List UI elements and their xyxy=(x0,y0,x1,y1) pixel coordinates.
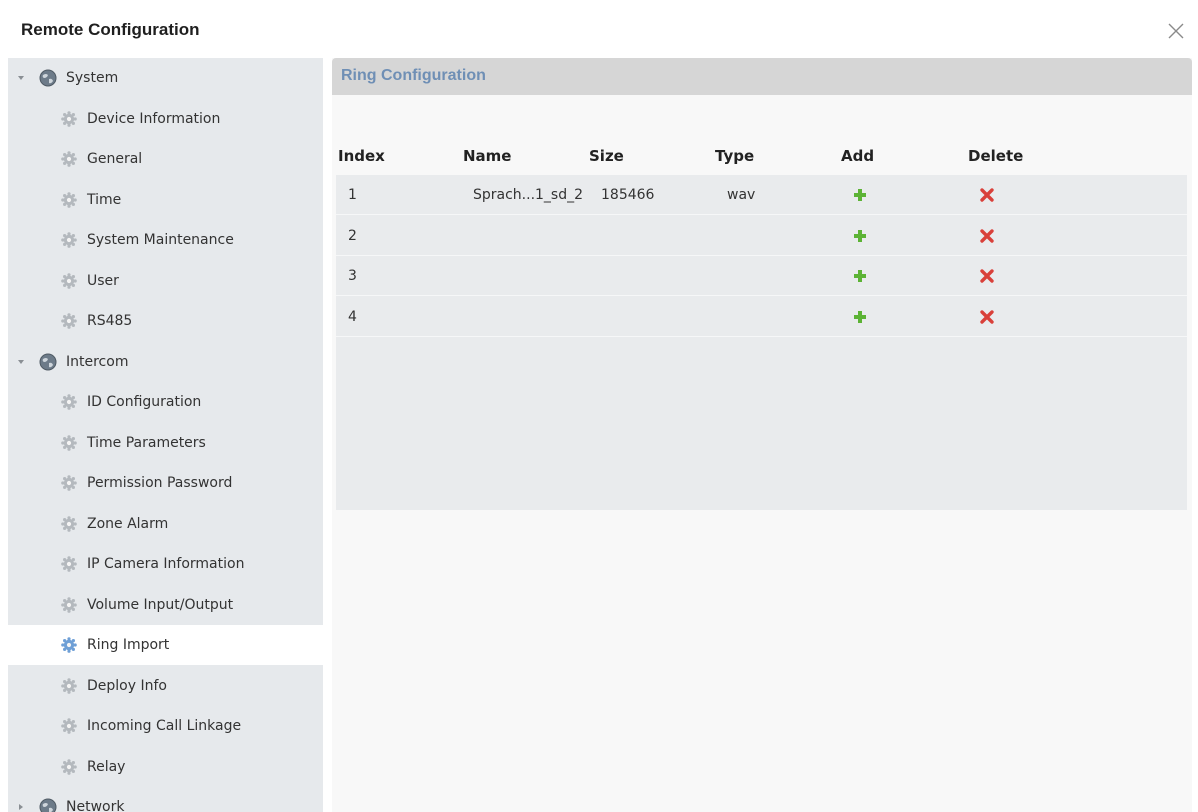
col-index-header: Index xyxy=(338,147,385,165)
sidebar-item-rs485[interactable]: RS485 xyxy=(8,301,323,341)
sidebar-item-label: Network xyxy=(66,799,125,812)
cell-index: 3 xyxy=(348,268,357,284)
add-icon[interactable] xyxy=(852,187,868,203)
sidebar-item-label: Ring Import xyxy=(87,637,170,653)
sidebar-item-device-information[interactable]: Device Information xyxy=(8,99,323,139)
sidebar-item-system[interactable]: System xyxy=(8,58,323,98)
cell-index: 4 xyxy=(348,308,357,325)
sidebar-item-label: RS485 xyxy=(87,313,133,329)
sidebar-item-ring-import[interactable]: Ring Import xyxy=(8,625,323,665)
add-icon[interactable] xyxy=(852,268,868,284)
delete-icon[interactable] xyxy=(979,187,995,203)
sidebar-item-incoming-call-linkage[interactable]: Incoming Call Linkage xyxy=(8,706,323,746)
gear-icon xyxy=(61,637,77,653)
cell-size: 185466 xyxy=(601,187,655,203)
gear-icon xyxy=(61,556,77,572)
sidebar-item-system-maintenance[interactable]: System Maintenance xyxy=(8,220,323,260)
sidebar-item-label: Permission Password xyxy=(87,475,233,491)
sidebar-item-relay[interactable]: Relay xyxy=(8,747,323,787)
gear-icon xyxy=(61,515,77,532)
sidebar-item-zone-alarm[interactable]: Zone Alarm xyxy=(8,504,323,544)
sidebar-item-label: Intercom xyxy=(66,353,129,370)
gear-icon xyxy=(61,232,77,248)
col-name-header: Name xyxy=(463,147,512,165)
delete-icon[interactable] xyxy=(979,228,995,244)
sidebar-item-label: Zone Alarm xyxy=(87,515,169,532)
sidebar-item-label: User xyxy=(87,272,119,289)
gear-icon xyxy=(61,191,77,208)
delete-icon[interactable] xyxy=(979,309,995,325)
gear-icon xyxy=(61,272,77,289)
sidebar-item-label: General xyxy=(87,151,143,167)
sidebar-item-id-configuration[interactable]: ID Configuration xyxy=(8,382,323,422)
delete-icon[interactable] xyxy=(979,268,995,284)
panel-header: Ring Configuration xyxy=(332,58,1192,95)
gear-icon xyxy=(61,677,77,694)
sidebar-item-label: ID Configuration xyxy=(87,394,202,410)
expand-arrow-down-icon[interactable] xyxy=(16,357,26,367)
sidebar-item-intercom[interactable]: Intercom xyxy=(8,342,323,382)
gear-icon xyxy=(61,718,77,734)
sidebar-item-label: Incoming Call Linkage xyxy=(87,718,242,734)
title-bar: Remote Configuration xyxy=(0,0,1198,58)
globe-icon xyxy=(39,353,57,370)
cell-index: 1 xyxy=(348,187,357,203)
globe-icon xyxy=(39,798,57,812)
table-header: Index Name Size Type Add Delete xyxy=(336,138,1187,174)
sidebar-item-volume-input-output[interactable]: Volume Input/Output xyxy=(8,585,323,625)
sidebar-item-permission-password[interactable]: Permission Password xyxy=(8,463,323,503)
cell-index: 2 xyxy=(348,227,357,244)
sidebar-item-label: IP Camera Information xyxy=(87,556,245,572)
table-row: 1 Sprach...1_sd_2 185466 wav xyxy=(336,175,1187,215)
sidebar-item-user[interactable]: User xyxy=(8,261,323,301)
sidebar-item-ip-camera-information[interactable]: IP Camera Information xyxy=(8,544,323,584)
add-icon[interactable] xyxy=(852,309,868,325)
sidebar-item-network[interactable]: Network xyxy=(8,787,323,812)
sidebar-item-label: System xyxy=(66,70,119,86)
table-row: 2 xyxy=(336,216,1187,256)
sidebar-item-deploy-info[interactable]: Deploy Info xyxy=(8,666,323,706)
col-delete-header: Delete xyxy=(968,147,1024,165)
sidebar-item-label: Relay xyxy=(87,758,126,775)
gear-icon xyxy=(61,475,77,491)
window-title: Remote Configuration xyxy=(21,20,200,39)
sidebar-item-time[interactable]: Time xyxy=(8,180,323,220)
gear-icon xyxy=(61,394,77,410)
col-add-header: Add xyxy=(841,147,875,165)
ring-configuration-panel: Ring Configuration Index Name Size Type … xyxy=(332,58,1192,812)
globe-icon xyxy=(39,69,57,87)
cell-type: wav xyxy=(727,187,756,203)
sidebar-item-label: Deploy Info xyxy=(87,677,167,694)
gear-icon xyxy=(61,434,77,451)
gear-icon xyxy=(61,313,77,329)
cell-name: Sprach...1_sd_2 xyxy=(473,187,584,203)
sidebar-item-label: Time xyxy=(87,191,122,208)
gear-icon xyxy=(61,596,77,613)
ring-table-body: 1 Sprach...1_sd_2 185466 wav 2 3 4 xyxy=(336,175,1187,510)
sidebar-item-label: Volume Input/Output xyxy=(87,596,234,613)
expand-arrow-down-icon[interactable] xyxy=(16,73,26,83)
sidebar-item-general[interactable]: General xyxy=(8,139,323,179)
sidebar-item-label: Time Parameters xyxy=(87,434,206,451)
gear-icon xyxy=(61,151,77,167)
gear-icon xyxy=(61,758,77,775)
col-type-header: Type xyxy=(715,147,755,165)
col-size-header: Size xyxy=(589,147,624,165)
add-icon[interactable] xyxy=(852,228,868,244)
sidebar-item-time-parameters[interactable]: Time Parameters xyxy=(8,423,323,463)
sidebar-item-label: Device Information xyxy=(87,110,221,127)
table-row: 4 xyxy=(336,297,1187,337)
table-row: 3 xyxy=(336,256,1187,296)
panel-title: Ring Configuration xyxy=(341,67,486,84)
sidebar-item-label: System Maintenance xyxy=(87,232,234,248)
close-icon[interactable] xyxy=(1165,20,1187,42)
gear-icon xyxy=(61,110,77,127)
expand-arrow-right-icon[interactable] xyxy=(16,802,26,812)
sidebar-tree: System Device Information General Time Syste… xyxy=(8,58,323,812)
